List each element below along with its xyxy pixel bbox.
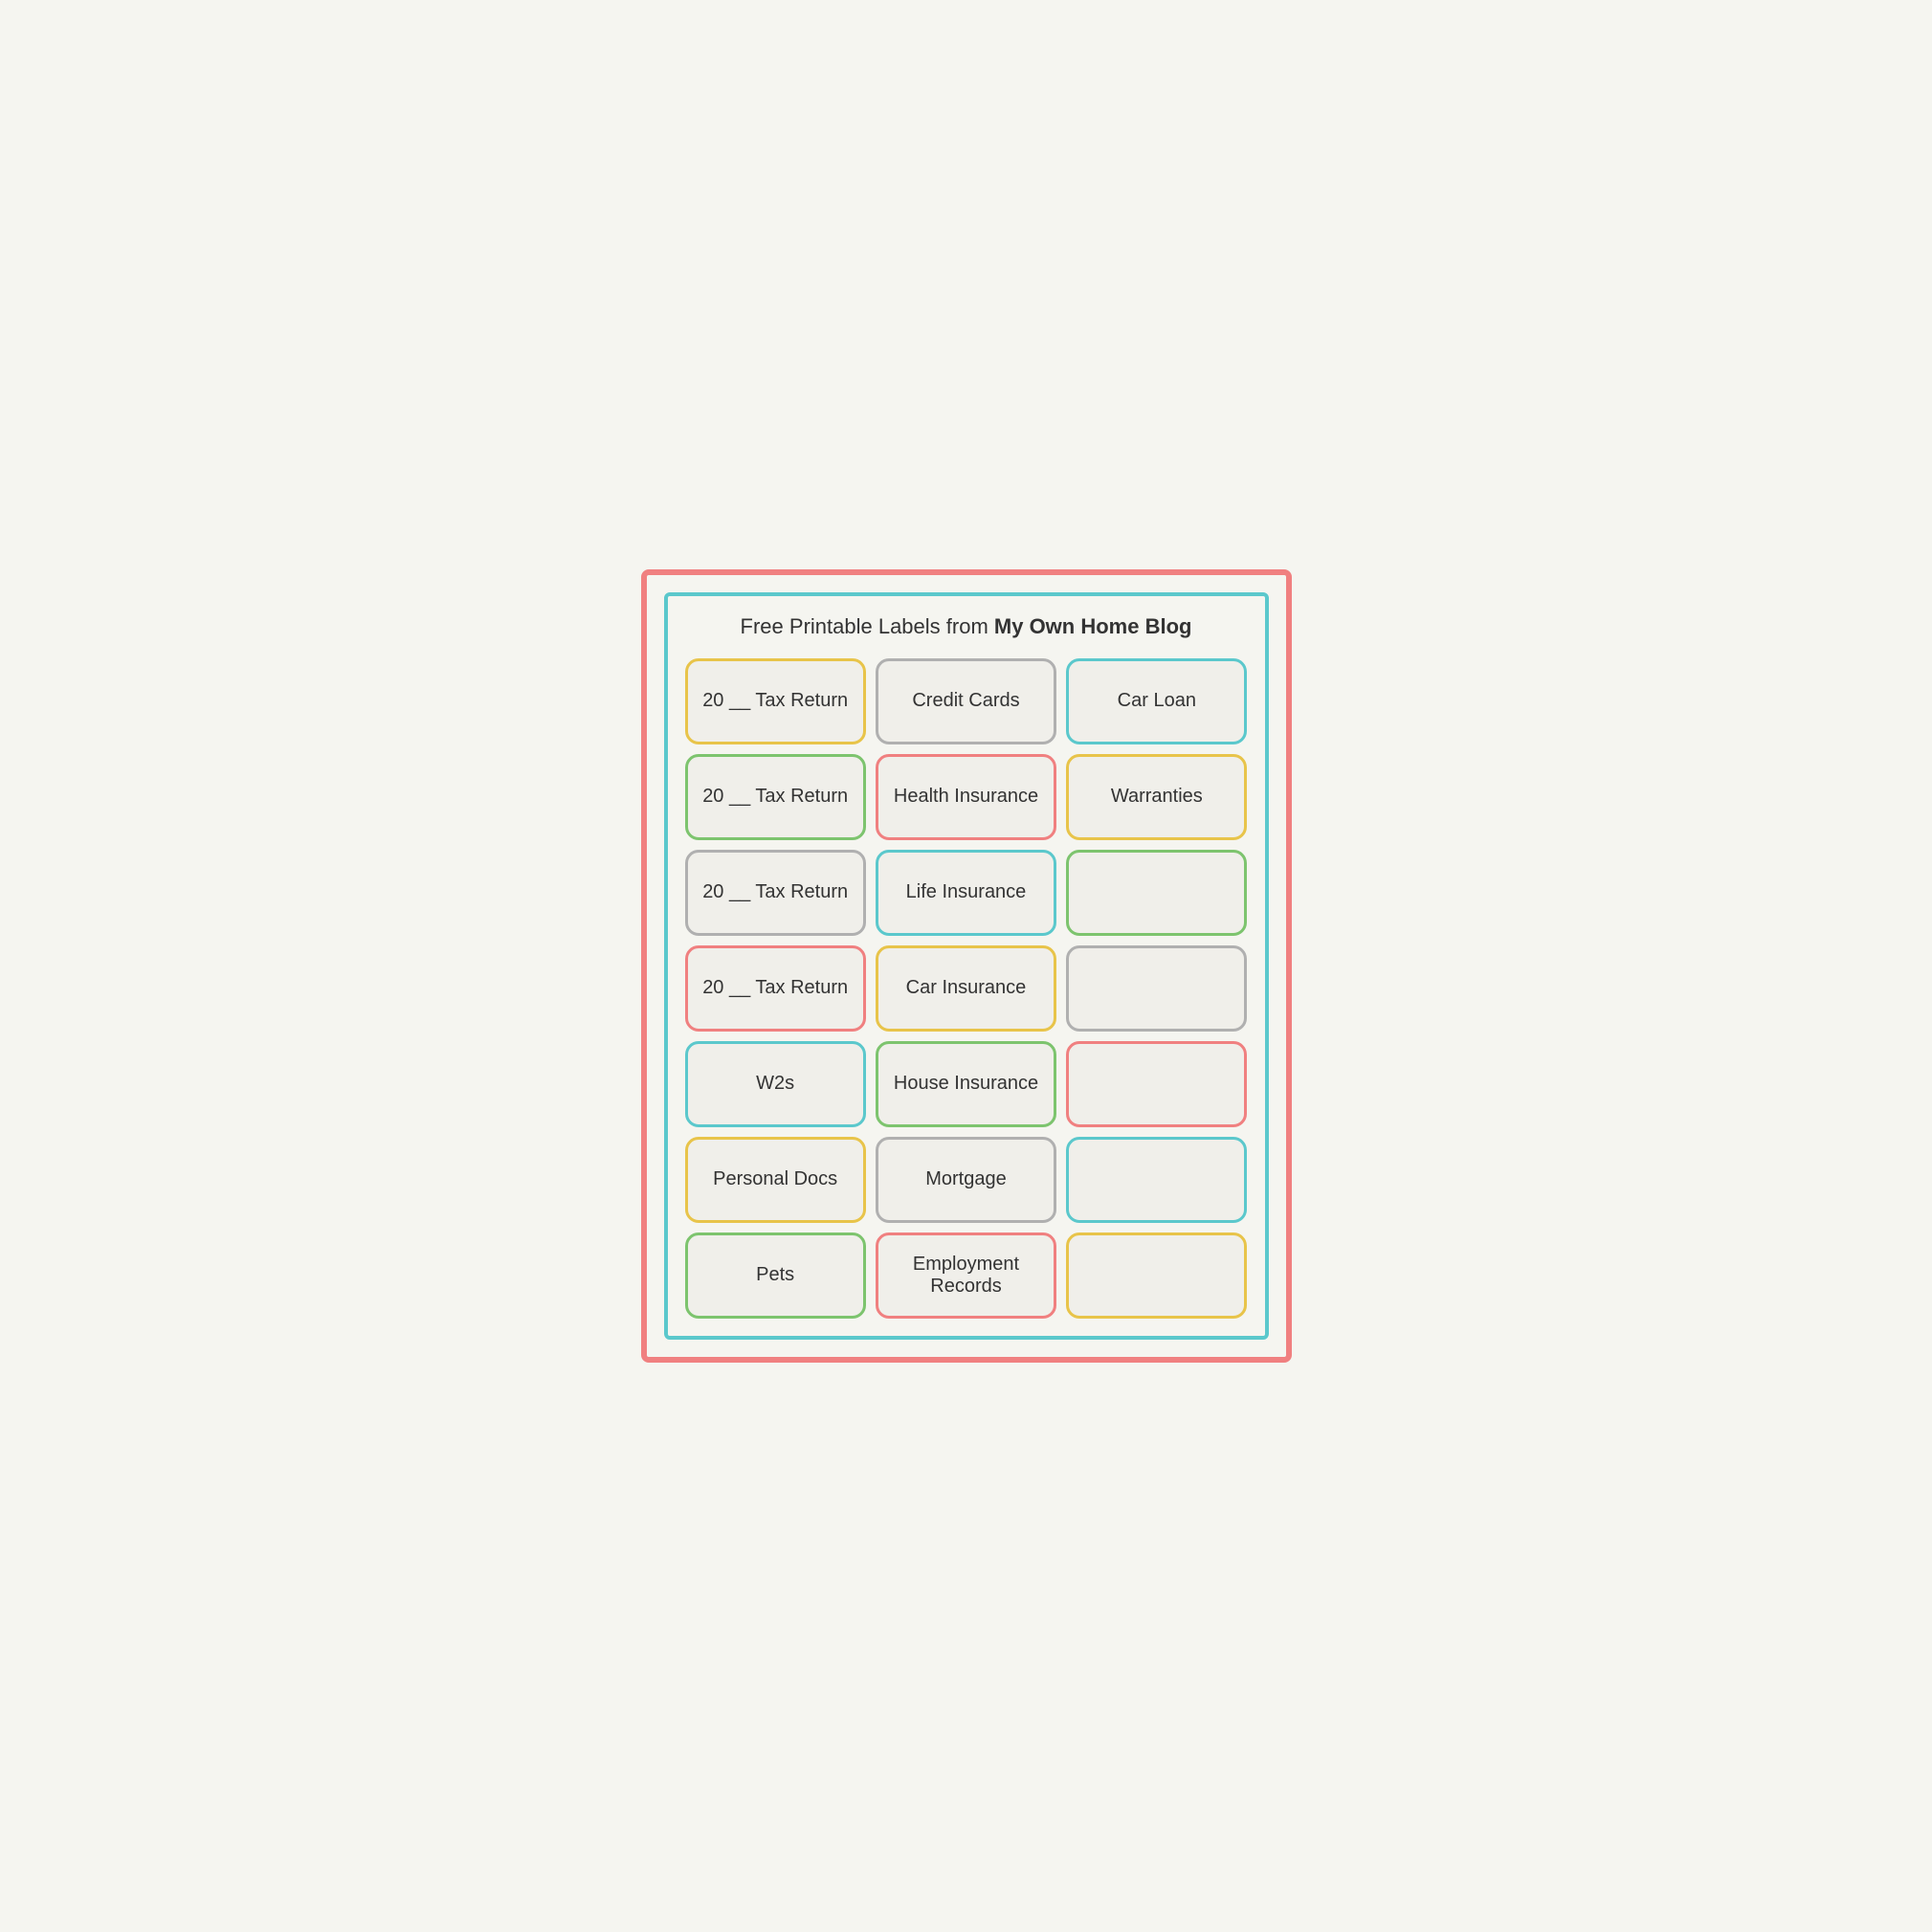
- page-inner: Free Printable Labels from My Own Home B…: [664, 592, 1269, 1340]
- title-brand: My Own Home Blog: [994, 614, 1192, 638]
- label-card-employment-records: Employment Records: [876, 1232, 1056, 1319]
- label-grid: 20 __ Tax ReturnCredit CardsCar Loan20 _…: [685, 658, 1248, 1319]
- label-card-tax-return-2: 20 __ Tax Return: [685, 754, 866, 840]
- label-card-warranties: Warranties: [1066, 754, 1247, 840]
- label-card-life-insurance: Life Insurance: [876, 850, 1056, 936]
- label-card-empty-2: [1066, 945, 1247, 1032]
- label-card-pets: Pets: [685, 1232, 866, 1319]
- label-card-health-insurance: Health Insurance: [876, 754, 1056, 840]
- label-card-empty-5: [1066, 1232, 1247, 1319]
- label-card-empty-4: [1066, 1137, 1247, 1223]
- label-card-empty-1: [1066, 850, 1247, 936]
- label-card-mortgage: Mortgage: [876, 1137, 1056, 1223]
- page-title: Free Printable Labels from My Own Home B…: [685, 613, 1248, 641]
- label-card-house-insurance: House Insurance: [876, 1041, 1056, 1127]
- page-wrapper: Free Printable Labels from My Own Home B…: [641, 569, 1292, 1363]
- label-card-w2s: W2s: [685, 1041, 866, 1127]
- title-prefix: Free Printable Labels from: [741, 614, 994, 638]
- label-card-credit-cards: Credit Cards: [876, 658, 1056, 744]
- label-card-personal-docs: Personal Docs: [685, 1137, 866, 1223]
- label-card-car-insurance: Car Insurance: [876, 945, 1056, 1032]
- label-card-car-loan: Car Loan: [1066, 658, 1247, 744]
- label-card-tax-return-1: 20 __ Tax Return: [685, 658, 866, 744]
- label-card-empty-3: [1066, 1041, 1247, 1127]
- label-card-tax-return-4: 20 __ Tax Return: [685, 945, 866, 1032]
- label-card-tax-return-3: 20 __ Tax Return: [685, 850, 866, 936]
